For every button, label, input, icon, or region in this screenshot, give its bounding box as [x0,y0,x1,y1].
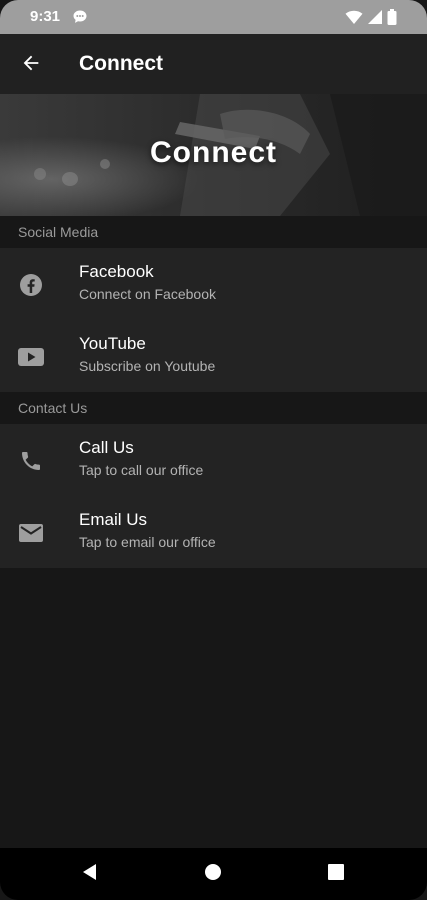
system-nav-bar [0,848,427,900]
arrow-back-icon [20,52,42,79]
phone-icon [18,448,44,474]
contact-us-list: Call Us Tap to call our office Email Us … [0,424,427,568]
list-item-title: Email Us [79,510,148,529]
header-banner: Connect [0,94,427,216]
youtube-icon [18,344,44,370]
back-button[interactable] [14,48,48,82]
facebook-icon [18,272,44,298]
list-item-title: Call Us [79,438,134,457]
status-bar: 9:31 [0,0,427,34]
section-header-social-media: Social Media [0,216,427,248]
page-title: Connect [79,52,163,75]
list-item-facebook[interactable]: Facebook Connect on Facebook [0,248,427,320]
list-item-subtitle: Subscribe on Youtube [79,358,216,374]
list-item-subtitle: Connect on Facebook [79,286,216,302]
chat-bubble-icon [72,9,88,25]
list-item-youtube[interactable]: YouTube Subscribe on Youtube [0,320,427,392]
status-time: 9:31 [30,8,61,25]
nav-back-button[interactable] [78,862,102,886]
list-item-email-us[interactable]: Email Us Tap to email our office [0,496,427,568]
wifi-icon [345,9,363,30]
signal-icon [367,9,383,30]
nav-recents-button[interactable] [324,862,348,886]
list-item-subtitle: Tap to call our office [79,462,204,478]
battery-icon [387,9,397,30]
recents-square-icon [327,863,345,886]
banner-title: Connect [150,136,277,169]
list-item-call-us[interactable]: Call Us Tap to call our office [0,424,427,496]
social-media-list: Facebook Connect on Facebook YouTube Sub… [0,248,427,392]
mail-icon [18,520,44,546]
nav-home-button[interactable] [201,862,225,886]
list-item-subtitle: Tap to email our office [79,534,216,550]
list-item-title: YouTube [79,334,146,353]
list-item-title: Facebook [79,262,154,281]
home-circle-icon [204,863,222,886]
section-header-contact-us: Contact Us [0,392,427,424]
app-bar: Connect [0,34,427,94]
back-triangle-icon [81,863,99,886]
